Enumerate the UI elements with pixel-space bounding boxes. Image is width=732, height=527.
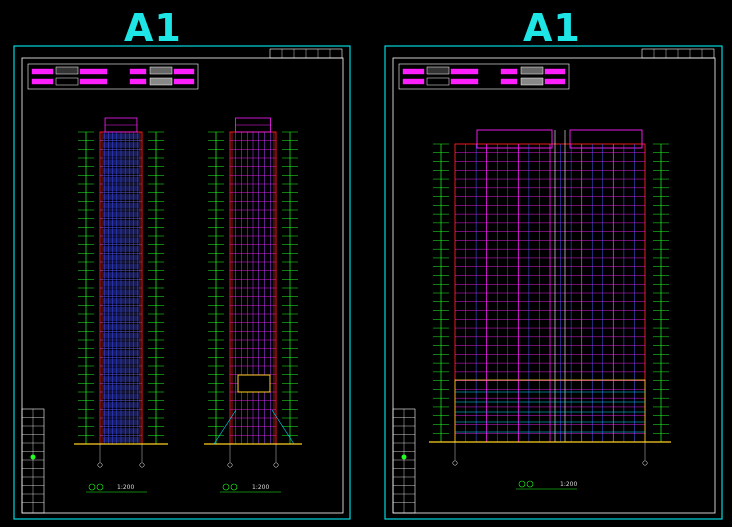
sheet-border-2 xyxy=(384,45,723,520)
sheet-border-1 xyxy=(13,45,351,520)
elevation-drawing xyxy=(13,45,723,520)
legend-box-1 xyxy=(27,63,199,90)
elevation-scale-2: 1:200 xyxy=(252,484,270,491)
cad-drawing-canvas: A1 A1 1:200 1:200 1:200 xyxy=(0,0,732,527)
elevation-scale-3: 1:200 xyxy=(560,481,578,488)
legend-box-2 xyxy=(398,63,570,90)
caption-marker-3 xyxy=(518,480,526,488)
entrance-box xyxy=(237,374,271,393)
logo-mark-1 xyxy=(30,454,36,460)
logo-mark-2 xyxy=(401,454,407,460)
elevation-scale-1: 1:200 xyxy=(117,484,135,491)
roof-volume-left xyxy=(476,129,553,149)
roof-volume-right xyxy=(569,129,643,149)
sheet-frame-1 xyxy=(21,57,344,514)
caption-marker-1 xyxy=(88,483,96,491)
caption-marker-2 xyxy=(222,483,230,491)
